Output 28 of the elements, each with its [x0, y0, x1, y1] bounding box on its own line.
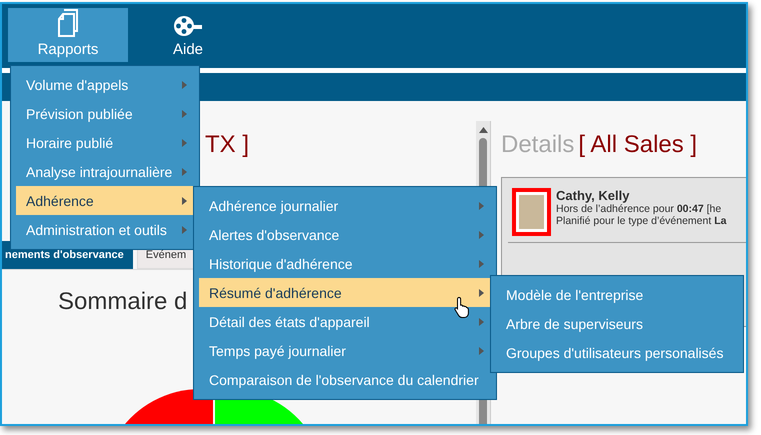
details-title: Details [501, 131, 574, 158]
film-reel-icon [173, 15, 203, 37]
menu-item[interactable]: Volume d'appels [16, 70, 197, 99]
agent-name: Cathy, Kelly [556, 188, 630, 203]
nav-button[interactable]: Rapports [8, 8, 128, 62]
site-context: TX ] [205, 131, 250, 158]
menu-item[interactable]: Modèle de l'entreprise [496, 280, 741, 309]
summary-title: Sommaire d [58, 288, 188, 316]
menu-item[interactable]: Analyse intrajournalière [16, 157, 197, 186]
menu-item[interactable]: Prévision publiée [16, 99, 197, 128]
menu-item[interactable]: Administration et outils [16, 215, 197, 244]
menu-item[interactable]: Historique d'adhérence [199, 249, 494, 278]
event-type-text: Planifié pour le type d’événement La [556, 215, 726, 227]
menu-item[interactable]: Alertes d'observance [199, 220, 494, 249]
adherence-text: Hors de l’adhérence pour 00:47 [he [556, 203, 722, 215]
documents-icon [57, 9, 79, 37]
hand-cursor-icon [454, 296, 470, 318]
details-context: [ All Sales ] [578, 131, 698, 158]
avatar-photo-placeholder [512, 188, 551, 236]
menu-item[interactable]: Détail des états d'appareil [199, 307, 494, 336]
menu-item[interactable]: Arbre de superviseurs [496, 309, 741, 338]
menu-item[interactable]: Horaire publié [16, 128, 197, 157]
scroll-up-icon[interactable] [478, 127, 488, 133]
menu-item[interactable]: Comparaison de l'observance du calendrier [199, 365, 494, 394]
menu-item[interactable]: Groupes d'utilisateurs personalisés [496, 338, 741, 367]
menu-item[interactable]: Adhérence journalier [199, 191, 494, 220]
nav-button[interactable]: Aide [128, 8, 248, 62]
menu-item[interactable]: Temps payé journalier [199, 336, 494, 365]
